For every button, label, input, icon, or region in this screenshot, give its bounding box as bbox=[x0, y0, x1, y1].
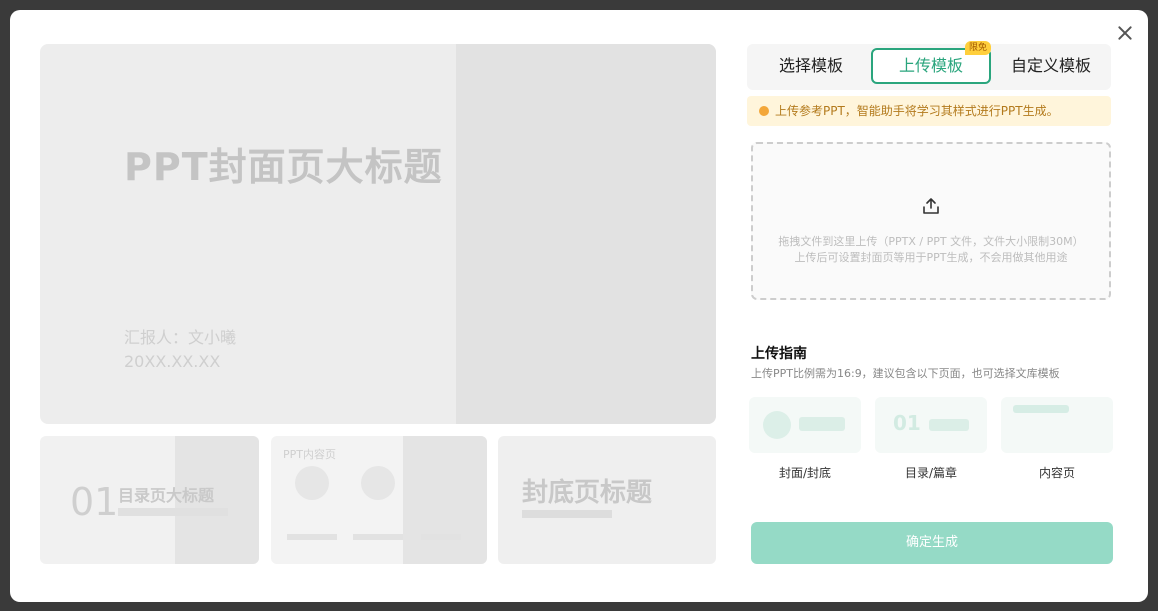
free-badge: 限免 bbox=[964, 41, 991, 55]
toc-thumbnail[interactable]: 01 目录页大标题 bbox=[40, 436, 259, 564]
guide-description: 上传PPT比例需为16:9，建议包含以下页面，也可选择文库模板 bbox=[751, 367, 1060, 380]
content-line bbox=[353, 534, 403, 540]
content-thumbnail[interactable]: PPT内容页 bbox=[271, 436, 487, 564]
content-line bbox=[421, 534, 461, 540]
back-cover-title: 封底页标题 bbox=[522, 478, 653, 508]
reporter-name: 汇报人：文小曦 bbox=[124, 328, 237, 347]
guide-card-label: 目录/篇章 bbox=[904, 466, 958, 480]
card-graphic bbox=[1013, 405, 1069, 413]
guide-card-toc: 01 bbox=[875, 397, 987, 453]
cover-reporter: 汇报人：文小曦 20XX.XX.XX bbox=[124, 326, 236, 374]
upload-template-dialog: PPT封面页大标题 汇报人：文小曦 20XX.XX.XX 01 目录页大标题 P… bbox=[10, 10, 1148, 602]
content-circle bbox=[295, 466, 329, 500]
close-icon[interactable] bbox=[1114, 22, 1136, 44]
toc-number: 01 bbox=[70, 480, 119, 524]
guide-card-content bbox=[1001, 397, 1113, 453]
content-circle bbox=[361, 466, 395, 500]
content-title: PPT内容页 bbox=[283, 448, 336, 461]
guide-card-label: 封面/封底 bbox=[778, 466, 832, 480]
tab-select-template[interactable]: 选择模板 bbox=[759, 48, 863, 84]
cover-preview-shade bbox=[456, 44, 716, 424]
card-graphic bbox=[929, 419, 969, 431]
thumbnail-shade bbox=[403, 436, 487, 564]
guide-title: 上传指南 bbox=[751, 346, 807, 362]
back-cover-thumbnail[interactable]: 封底页标题 bbox=[498, 436, 716, 564]
card-graphic bbox=[763, 411, 791, 439]
template-tabs: 选择模板 上传模板 限免 自定义模板 bbox=[747, 41, 1111, 90]
back-cover-subtitle-placeholder bbox=[522, 510, 612, 518]
notice-banner: 上传参考PPT，智能助手将学习其样式进行PPT生成。 bbox=[747, 96, 1111, 126]
generate-button[interactable]: 确定生成 bbox=[751, 522, 1113, 564]
notice-text: 上传参考PPT，智能助手将学习其样式进行PPT生成。 bbox=[775, 104, 1059, 118]
guide-card-cover bbox=[749, 397, 861, 453]
tab-custom-template[interactable]: 自定义模板 bbox=[999, 48, 1103, 84]
toc-title: 目录页大标题 bbox=[118, 486, 215, 505]
bulb-icon bbox=[759, 106, 769, 116]
guide-card-label: 内容页 bbox=[1038, 466, 1075, 480]
cover-preview: PPT封面页大标题 汇报人：文小曦 20XX.XX.XX bbox=[40, 44, 716, 424]
card-graphic bbox=[799, 417, 845, 431]
tab-upload-label: 上传模板 bbox=[898, 56, 963, 75]
cover-title: PPT封面页大标题 bbox=[124, 145, 443, 189]
upload-icon bbox=[923, 198, 939, 214]
tab-upload-template[interactable]: 上传模板 限免 bbox=[871, 41, 991, 84]
dropzone-hint: 拖拽文件到这里上传（PPTX / PPT 文件，文件大小限制30M）上传后可设置… bbox=[778, 235, 1084, 264]
content-line bbox=[287, 534, 337, 540]
card-number: 01 bbox=[893, 411, 921, 435]
reporter-date: 20XX.XX.XX bbox=[124, 352, 221, 371]
toc-subtitle-placeholder bbox=[118, 508, 228, 516]
upload-dropzone[interactable]: 拖拽文件到这里上传（PPTX / PPT 文件，文件大小限制30M）上传后可设置… bbox=[751, 142, 1111, 300]
